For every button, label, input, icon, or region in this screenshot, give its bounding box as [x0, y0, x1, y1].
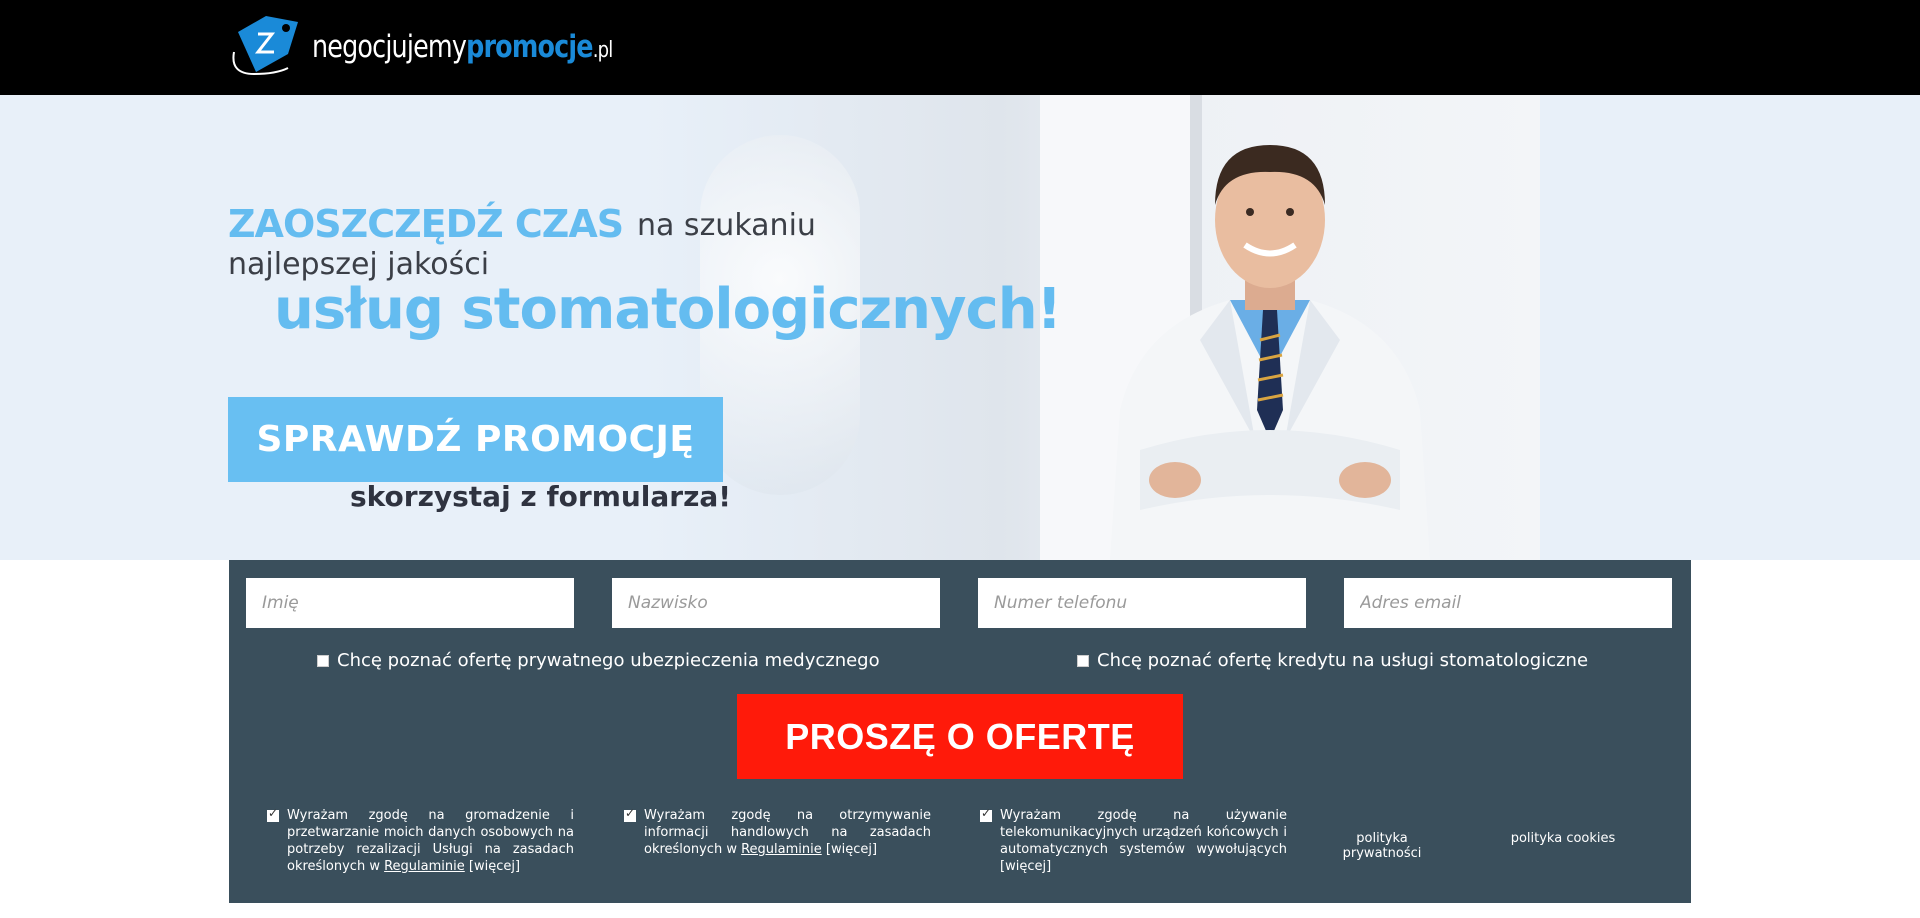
- regulamin-link-2[interactable]: Regulaminie: [741, 842, 822, 857]
- request-offer-button[interactable]: PROSZĘ O OFERTĘ: [737, 694, 1183, 779]
- email-input[interactable]: [1344, 578, 1672, 628]
- top-bar: negocjujemypromocje.pl: [0, 0, 1920, 95]
- consent-marketing: Wyrażam zgodę na otrzymywanie informacji…: [616, 805, 931, 858]
- consent-telecom-checkbox[interactable]: [980, 805, 992, 822]
- first-name-input[interactable]: [246, 578, 574, 628]
- more-link-1[interactable]: [więcej]: [469, 859, 520, 874]
- consent-telecom-text: Wyrażam zgodę na używanie telekomunikacy…: [1000, 808, 1287, 857]
- hero-headline-highlight: ZAOSZCZĘDŹ CZAS: [228, 202, 624, 246]
- regulamin-link-1[interactable]: Regulaminie: [384, 859, 465, 874]
- more-link-2[interactable]: [więcej]: [826, 842, 877, 857]
- hero-headline-big: usług stomatologicznych!: [274, 277, 1062, 342]
- consent-data-processing: Wyrażam zgodę na gromadzenie i przetwarz…: [259, 805, 574, 875]
- last-name-input[interactable]: [612, 578, 940, 628]
- logo-text: negocjujemypromocje.pl: [312, 29, 614, 65]
- insurance-option-label: Chcę poznać ofertę prywatnego ubezpiecze…: [337, 650, 880, 671]
- privacy-policy-link[interactable]: polityka prywatności: [1332, 831, 1432, 861]
- consent-marketing-checkbox[interactable]: [624, 805, 636, 822]
- price-tag-icon: [232, 16, 298, 76]
- insurance-option[interactable]: Chcę poznać ofertę prywatnego ubezpiecze…: [317, 650, 880, 671]
- hero-banner: ZAOSZCZĘDŹ CZAS na szukaniu najlepszej j…: [0, 95, 1920, 560]
- logo-main: negocjujemy: [312, 29, 467, 65]
- consent-data-checkbox[interactable]: [267, 805, 279, 822]
- logo-brand: promocje: [466, 29, 593, 65]
- consent-telecom: Wyrażam zgodę na używanie telekomunikacy…: [972, 805, 1287, 875]
- offer-form: Chcę poznać ofertę prywatnego ubezpiecze…: [229, 560, 1691, 903]
- credit-option-label: Chcę poznać ofertę kredytu na usługi sto…: [1097, 650, 1589, 671]
- logo-tld: .pl: [592, 38, 614, 63]
- hero-headline-rest: na szukaniu: [637, 208, 816, 243]
- more-link-3[interactable]: [więcej]: [1000, 859, 1051, 874]
- doctor-image: [1110, 145, 1430, 560]
- phone-input[interactable]: [978, 578, 1306, 628]
- site-logo[interactable]: negocjujemypromocje.pl: [228, 12, 678, 82]
- credit-option[interactable]: Chcę poznać ofertę kredytu na usługi sto…: [1077, 650, 1588, 671]
- check-promotion-button[interactable]: SPRAWDŹ PROMOCJĘ: [228, 397, 723, 482]
- insurance-checkbox[interactable]: [317, 654, 329, 667]
- credit-checkbox[interactable]: [1077, 654, 1089, 667]
- cta-subtext: skorzystaj z formularza!: [350, 480, 732, 513]
- cookies-policy-link[interactable]: polityka cookies: [1493, 831, 1633, 846]
